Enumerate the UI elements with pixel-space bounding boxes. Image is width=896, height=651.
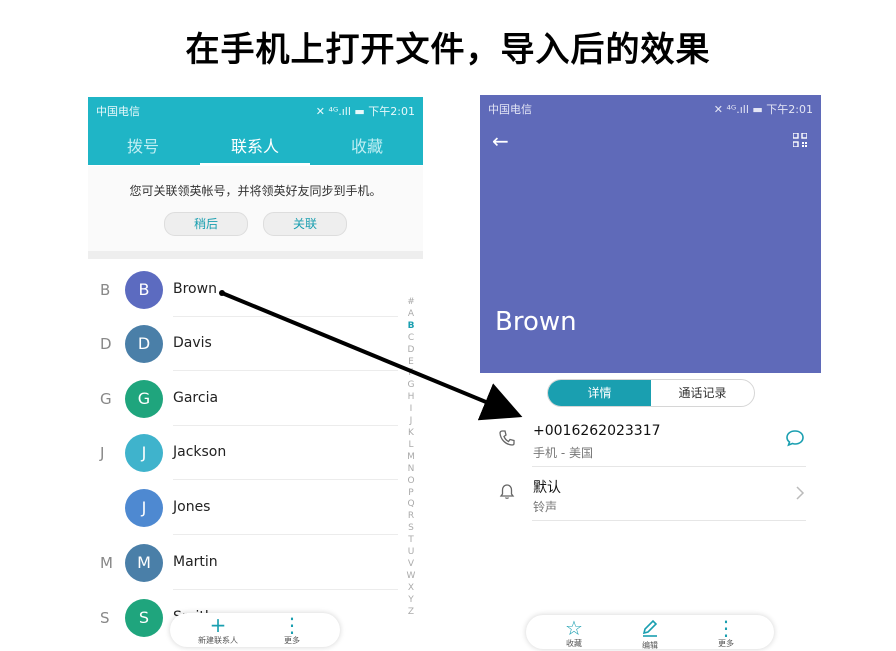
annotation-arrow: [219, 290, 523, 421]
